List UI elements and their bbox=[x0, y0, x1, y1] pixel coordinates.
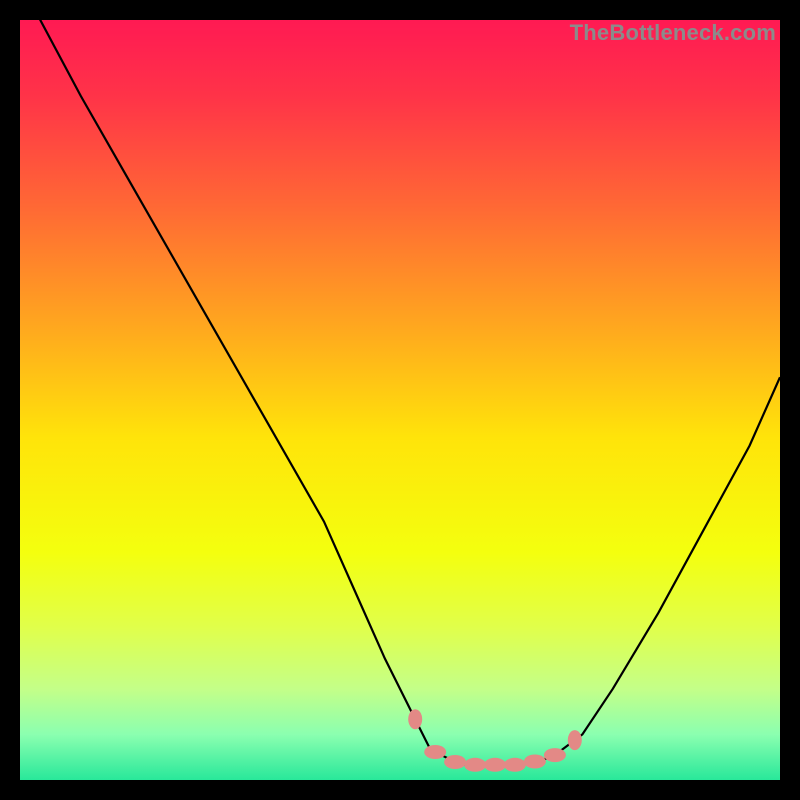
flat-zone-markers bbox=[408, 709, 582, 772]
bottleneck-curve bbox=[20, 20, 780, 780]
plot-area: TheBottleneck.com bbox=[20, 20, 780, 780]
chart-frame: TheBottleneck.com bbox=[0, 0, 800, 800]
curve-path bbox=[20, 20, 780, 765]
